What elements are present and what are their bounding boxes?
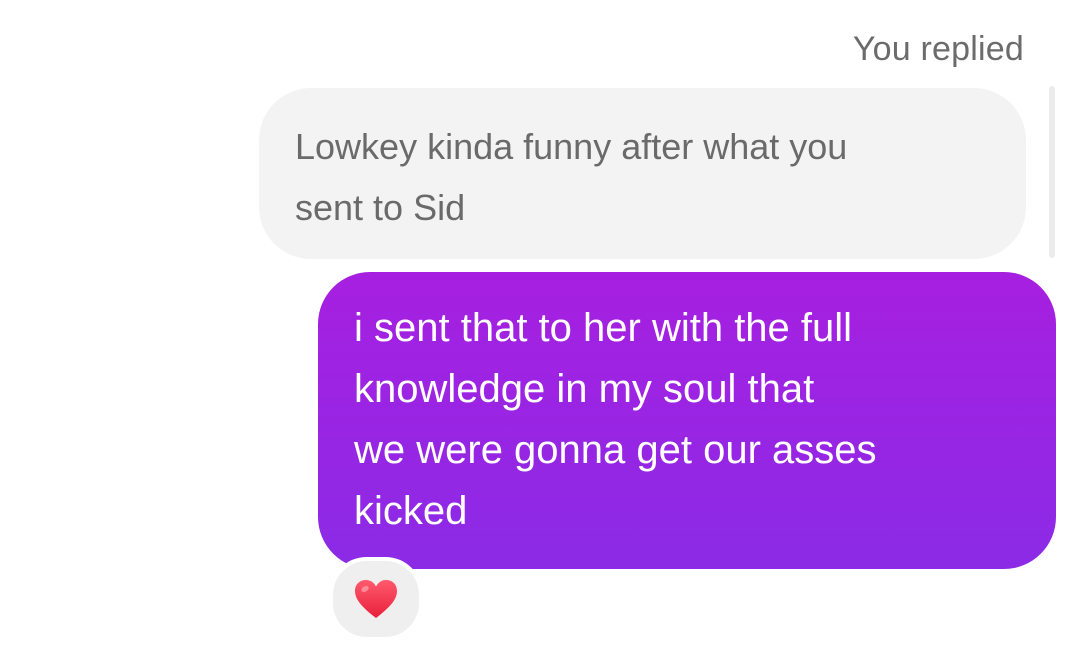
sent-message-bubble[interactable]: i sent that to her with the full knowled… — [318, 272, 1056, 569]
red-heart-icon — [353, 578, 399, 620]
message-line: we were gonna get our asses — [354, 428, 877, 472]
message-line: i sent that to her with the full — [354, 306, 853, 350]
message-line: kicked — [354, 489, 468, 533]
reply-label: You replied — [852, 30, 1024, 68]
quoted-message-bubble[interactable]: Lowkey kinda funny after what you sent t… — [259, 88, 1026, 259]
quoted-message-line: sent to Sid — [295, 187, 466, 228]
reply-indicator-bar — [1049, 86, 1055, 258]
quoted-message-line: Lowkey kinda funny after what you — [295, 126, 848, 167]
reaction-badge[interactable] — [329, 557, 423, 641]
message-line: knowledge in my soul that — [354, 367, 815, 411]
